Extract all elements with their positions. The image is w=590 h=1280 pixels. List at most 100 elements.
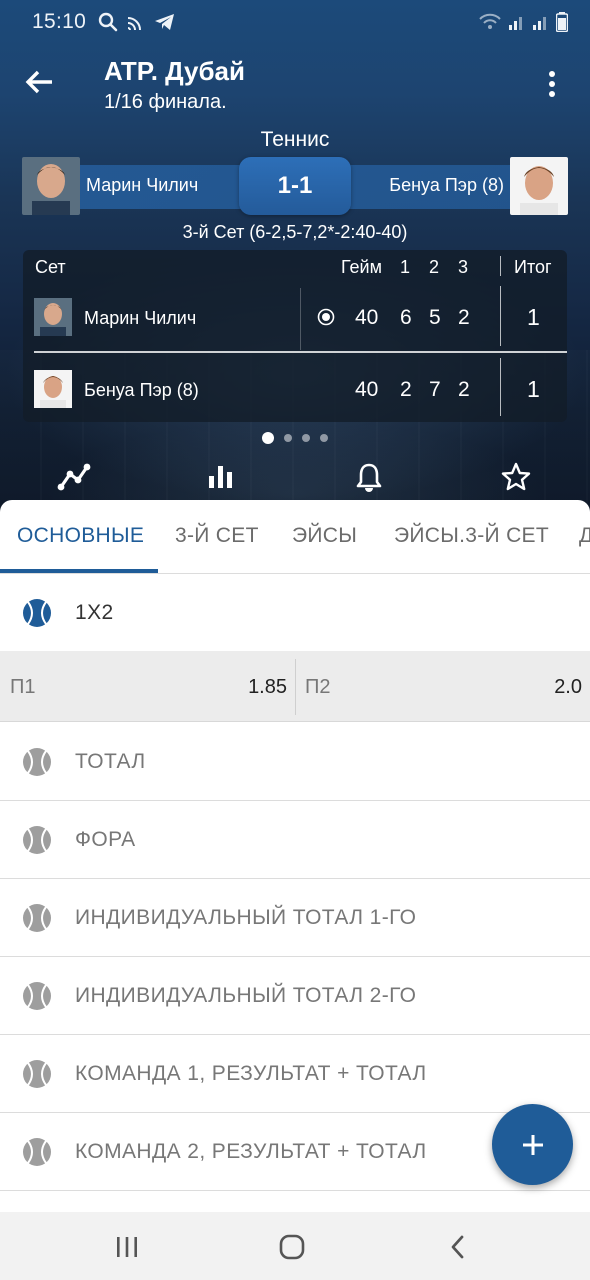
wifi-icon bbox=[479, 13, 501, 29]
row-set-1: 6 bbox=[400, 306, 412, 329]
active-tab-indicator bbox=[0, 569, 158, 573]
header-total: Итог bbox=[514, 257, 552, 277]
home-button[interactable] bbox=[275, 1230, 309, 1264]
tennis-ball-icon bbox=[23, 1060, 51, 1088]
player1-avatar bbox=[22, 157, 80, 215]
tennis-ball-icon bbox=[23, 982, 51, 1010]
market-label: ИНДИВИДУАЛЬНЫЙ ТОТАЛ 1-ГО bbox=[75, 906, 417, 929]
plus-icon bbox=[522, 1134, 543, 1155]
market-handicap[interactable]: ФОРА bbox=[0, 801, 590, 879]
header-set-1: 1 bbox=[400, 257, 411, 277]
system-navbar bbox=[0, 1212, 590, 1280]
teams-strip: Марин Чилич 1-1 Бенуа Пэр (8) bbox=[22, 157, 568, 217]
rows-divider bbox=[34, 351, 567, 353]
line-chart-icon bbox=[57, 463, 91, 491]
player2-avatar-small bbox=[34, 370, 72, 408]
recent-apps-icon bbox=[117, 1237, 137, 1257]
bar-chart-icon bbox=[209, 466, 232, 488]
header-set-2: 2 bbox=[429, 257, 440, 277]
market-team1-result-total[interactable]: КОМАНДА 1, РЕЗУЛЬТАТ + ТОТАЛ bbox=[0, 1035, 590, 1113]
header-game: Гейм bbox=[341, 257, 382, 277]
total-divider bbox=[500, 358, 501, 416]
page-title: ATP. Дубай bbox=[104, 56, 245, 86]
row-total: 1 bbox=[527, 304, 540, 330]
signal-icon bbox=[509, 17, 522, 30]
total-divider bbox=[500, 286, 501, 346]
toolbar: ATP. Дубай 1/16 финала. bbox=[0, 44, 590, 124]
status-bar: 15:10 bbox=[0, 0, 590, 44]
pager-dot[interactable] bbox=[262, 432, 274, 444]
tab-set-3[interactable]: 3-Й СЕТ bbox=[175, 524, 259, 548]
recent-apps-button[interactable] bbox=[110, 1230, 144, 1264]
tennis-ball-icon bbox=[23, 1138, 51, 1166]
market-label: КОМАНДА 2, РЕЗУЛЬТАТ + ТОТАЛ bbox=[75, 1140, 427, 1163]
header-set: Сет bbox=[35, 257, 66, 277]
chevron-left-icon bbox=[451, 1235, 464, 1259]
score-row: Марин Чилич 40 6 5 2 1 bbox=[23, 284, 567, 350]
player2-name: Бенуа Пэр (8) bbox=[389, 175, 504, 195]
system-back-button[interactable] bbox=[441, 1230, 475, 1264]
tab-more[interactable]: Д bbox=[579, 524, 590, 548]
tennis-ball-icon bbox=[23, 748, 51, 776]
match-score: 1-1 bbox=[239, 157, 351, 215]
row-player-name: Бенуа Пэр (8) bbox=[84, 380, 199, 400]
market-tabs: ОСНОВНЫЕ 3-Й СЕТ ЭЙСЫ ЭЙСЫ.3-Й СЕТ Д bbox=[0, 500, 590, 574]
stats-bar-button[interactable] bbox=[201, 457, 241, 497]
search-icon bbox=[98, 12, 118, 32]
pager-dot[interactable] bbox=[320, 434, 328, 442]
notifications-button[interactable] bbox=[349, 457, 389, 497]
cast-icon bbox=[127, 17, 142, 31]
telegram-icon bbox=[155, 14, 175, 30]
tennis-ball-icon bbox=[23, 826, 51, 854]
row-set-2: 5 bbox=[429, 306, 441, 329]
row-total: 1 bbox=[527, 376, 540, 402]
bell-icon bbox=[356, 463, 382, 492]
market-total[interactable]: ТОТАЛ bbox=[0, 723, 590, 801]
back-button[interactable] bbox=[22, 64, 58, 100]
sport-label: Теннис bbox=[260, 128, 330, 151]
header-set-3: 3 bbox=[458, 257, 469, 277]
star-icon bbox=[501, 462, 531, 491]
market-label: ФОРА bbox=[75, 828, 136, 851]
add-fab-button[interactable] bbox=[492, 1104, 573, 1185]
player1-avatar-small bbox=[34, 298, 72, 336]
odd-p1[interactable]: П1 1.85 bbox=[0, 651, 295, 722]
row-game: 40 bbox=[355, 306, 379, 329]
market-individual-total-2[interactable]: ИНДИВИДУАЛЬНЫЙ ТОТАЛ 2-ГО bbox=[0, 957, 590, 1035]
scoreboard-header: Сет Гейм 1 2 3 Итог bbox=[23, 250, 567, 282]
market-label: ТОТАЛ bbox=[75, 750, 146, 773]
pager-dot[interactable] bbox=[284, 434, 292, 442]
tab-aces[interactable]: ЭЙСЫ bbox=[292, 524, 357, 548]
header-divider bbox=[500, 256, 501, 276]
player2-avatar bbox=[510, 157, 568, 215]
row-set-2: 7 bbox=[429, 378, 441, 401]
set-info: 3-й Сет (6-2,5-7,2*-2:40-40) bbox=[182, 222, 408, 242]
market-label: КОМАНДА 1, РЕЗУЛЬТАТ + ТОТАЛ bbox=[75, 1062, 427, 1085]
battery-icon bbox=[556, 12, 568, 32]
page-subtitle: 1/16 финала. bbox=[104, 91, 227, 113]
pager-dot[interactable] bbox=[302, 434, 310, 442]
odds-row: П1 1.85 П2 2.0 bbox=[0, 651, 590, 722]
signal-icon bbox=[533, 17, 546, 30]
action-bar bbox=[0, 455, 590, 495]
row-set-3: 2 bbox=[458, 378, 470, 401]
odd-p2[interactable]: П2 2.0 bbox=[295, 651, 590, 722]
row-player-name: Марин Чилич bbox=[84, 308, 197, 328]
stats-line-button[interactable] bbox=[54, 457, 94, 497]
tennis-ball-icon bbox=[23, 599, 51, 627]
tennis-ball-icon bbox=[23, 904, 51, 932]
tab-aces-set-3[interactable]: ЭЙСЫ.3-Й СЕТ bbox=[394, 524, 549, 548]
tab-main[interactable]: ОСНОВНЫЕ bbox=[17, 524, 144, 548]
markets-sheet: ОСНОВНЫЕ 3-Й СЕТ ЭЙСЫ ЭЙСЫ.3-Й СЕТ Д 1X2… bbox=[0, 500, 590, 1212]
scoreboard: Сет Гейм 1 2 3 Итог Марин Чилич 40 6 5 2… bbox=[23, 250, 567, 422]
pager-dots bbox=[0, 432, 590, 444]
market-1x2[interactable]: 1X2 bbox=[0, 574, 590, 652]
odd-value: 1.85 bbox=[248, 676, 287, 698]
market-individual-total-1[interactable]: ИНДИВИДУАЛЬНЫЙ ТОТАЛ 1-ГО bbox=[0, 879, 590, 957]
row-divider bbox=[300, 288, 301, 350]
more-menu-button[interactable] bbox=[532, 66, 572, 102]
favorite-button[interactable] bbox=[496, 457, 536, 497]
row-set-1: 2 bbox=[400, 378, 412, 401]
status-time: 15:10 bbox=[32, 10, 87, 33]
serving-indicator-icon bbox=[317, 308, 335, 326]
